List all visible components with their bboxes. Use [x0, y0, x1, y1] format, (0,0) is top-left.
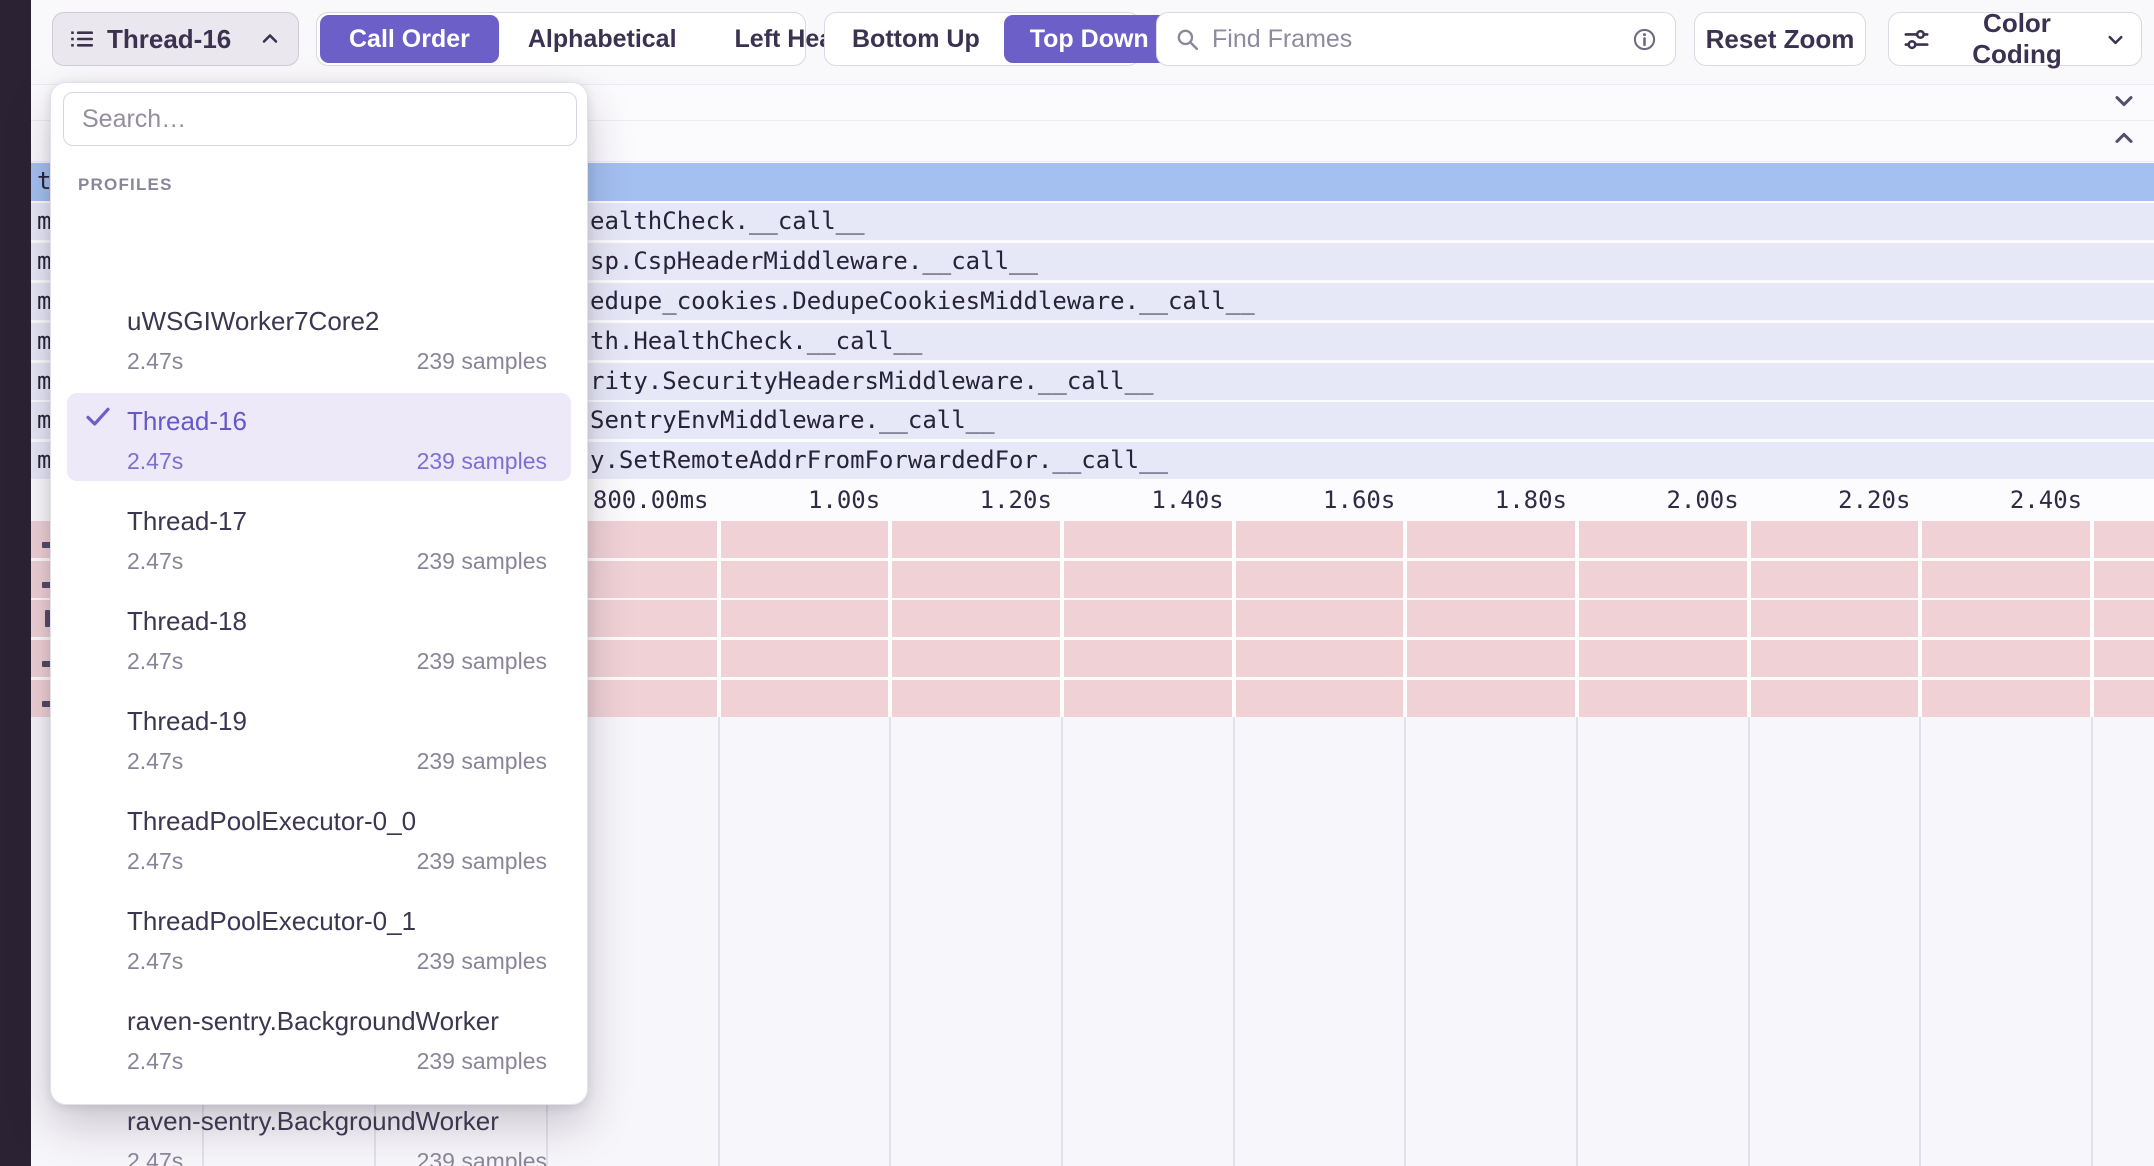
direction-tabs: Bottom Up Top Down [824, 12, 1140, 66]
profile-name: uWSGIWorker7Core2 [127, 306, 379, 337]
find-frames-input[interactable] [1212, 25, 1620, 54]
profile-name: Thread-17 [127, 506, 247, 537]
profile-list-item-7[interactable]: raven-sentry.BackgroundWorker 2.47s 239 … [51, 988, 587, 1088]
profile-samples: 239 samples [417, 348, 547, 375]
profile-name: Thread-16 [127, 406, 247, 437]
profile-duration: 2.47s [127, 448, 183, 475]
profile-samples: 239 samples [417, 948, 547, 975]
profiles-section-label: PROFILES [78, 175, 173, 195]
profile-list-item-3[interactable]: Thread-18 2.47s 239 samples [51, 588, 587, 688]
time-gridline [1061, 717, 1063, 1166]
thread-selector-label: Thread-16 [107, 24, 246, 55]
profile-list-item-4[interactable]: Thread-19 2.47s 239 samples [51, 688, 587, 788]
profile-name: ThreadPoolExecutor-0_0 [127, 806, 416, 837]
frame-label: th.HealthCheck.__call__ [590, 323, 922, 360]
app-sidebar-strip [0, 0, 31, 1166]
profile-name: Thread-18 [127, 606, 247, 637]
info-icon[interactable] [1632, 27, 1657, 52]
profile-samples: 239 samples [417, 648, 547, 675]
time-gridline [1748, 717, 1750, 1166]
frame-label: y.SetRemoteAddrFromForwardedFor.__call__ [590, 442, 1168, 479]
time-gridline [1233, 717, 1235, 1166]
frame-label: ealthCheck.__call__ [590, 203, 865, 240]
time-gridline [1403, 521, 1407, 717]
profile-samples: 239 samples [417, 1048, 547, 1075]
time-axis-tick-label: 2.20s [1760, 480, 1910, 521]
time-axis-tick-label: 1.40s [1074, 480, 1224, 521]
time-gridline [1576, 717, 1578, 1166]
time-gridline [1919, 717, 1921, 1166]
search-icon [1175, 27, 1200, 52]
profile-samples: 239 samples [417, 1148, 547, 1166]
tab-alphabetical[interactable]: Alphabetical [499, 15, 706, 63]
profile-duration: 2.47s [127, 948, 183, 975]
frame-label: edupe_cookies.DedupeCookiesMiddleware.__… [590, 283, 1255, 320]
chevron-up-icon [258, 27, 282, 51]
profile-name: Thread-19 [127, 706, 247, 737]
profile-duration: 2.47s [127, 1048, 183, 1075]
time-axis-tick-label: 2.40s [1932, 480, 2082, 521]
profile-name: ThreadPoolExecutor-0_1 [127, 906, 416, 937]
profile-duration: 2.47s [127, 748, 183, 775]
collapse-chevron-up-icon[interactable] [2110, 125, 2138, 158]
time-gridline [889, 717, 891, 1166]
profile-list-item-8[interactable]: raven-sentry.BackgroundWorker 2.47s 239 … [51, 1088, 587, 1166]
tab-call-order[interactable]: Call Order [320, 15, 499, 63]
tab-bottom-up[interactable]: Bottom Up [828, 15, 1004, 63]
sliders-icon [1903, 26, 1930, 53]
profile-samples: 239 samples [417, 848, 547, 875]
frame-label: sp.CspHeaderMiddleware.__call__ [590, 243, 1038, 280]
time-gridline [1918, 521, 1922, 717]
time-axis-tick-label: 1.60s [1245, 480, 1395, 521]
time-axis-tick-label: 2.00s [1589, 480, 1739, 521]
chevron-down-icon [2104, 28, 2127, 51]
profile-samples: 239 samples [417, 448, 547, 475]
profile-samples: 239 samples [417, 548, 547, 575]
time-gridline [2090, 521, 2094, 717]
time-gridline [2091, 717, 2093, 1166]
thread-selector-button[interactable]: Thread-16 [52, 12, 299, 66]
time-gridline [1404, 717, 1406, 1166]
thread-dropdown-panel: PROFILES uWSGIWorker7Core2 2.47s 239 sam… [50, 82, 588, 1105]
tab-top-down[interactable]: Top Down [1004, 15, 1175, 63]
time-gridline [1747, 521, 1751, 717]
frame-label: SentryEnvMiddleware.__call__ [590, 402, 995, 439]
profile-name: raven-sentry.BackgroundWorker [127, 1106, 499, 1137]
time-axis-tick-label: 1.20s [902, 480, 1052, 521]
profile-duration: 2.47s [127, 1148, 183, 1166]
dropdown-search-input[interactable] [63, 92, 577, 146]
find-frames-box [1156, 12, 1676, 66]
profile-list-item-6[interactable]: ThreadPoolExecutor-0_1 2.47s 239 samples [51, 888, 587, 988]
profile-duration: 2.47s [127, 348, 183, 375]
profile-samples: 239 samples [417, 748, 547, 775]
time-gridline [717, 521, 721, 717]
color-coding-button[interactable]: Color Coding [1888, 12, 2142, 66]
time-gridline [1575, 521, 1579, 717]
time-gridline [888, 521, 892, 717]
profile-list-item-0[interactable]: uWSGIWorker7Core2 2.47s 239 samples [51, 288, 587, 388]
time-gridline [718, 717, 720, 1166]
color-coding-label: Color Coding [1942, 8, 2092, 70]
profile-list-item-1[interactable]: Thread-16 2.47s 239 samples [51, 388, 587, 488]
profile-list-item-2[interactable]: Thread-17 2.47s 239 samples [51, 488, 587, 588]
profile-name: raven-sentry.BackgroundWorker [127, 1006, 499, 1037]
frame-label: rity.SecurityHeadersMiddleware.__call__ [590, 363, 1154, 400]
collapse-chevron-down-icon[interactable] [2110, 86, 2138, 119]
profile-duration: 2.47s [127, 848, 183, 875]
thread-list-icon [69, 26, 95, 52]
checkmark-icon [82, 400, 114, 437]
time-axis-tick-label: 1.80s [1417, 480, 1567, 521]
reset-zoom-button[interactable]: Reset Zoom [1694, 12, 1866, 66]
sort-order-tabs: Call Order Alphabetical Left Heavy [316, 12, 806, 66]
profile-duration: 2.47s [127, 548, 183, 575]
time-gridline [1060, 521, 1064, 717]
time-gridline [1232, 521, 1236, 717]
time-axis-tick-label: 1.00s [730, 480, 880, 521]
profile-list-item-5[interactable]: ThreadPoolExecutor-0_0 2.47s 239 samples [51, 788, 587, 888]
profile-duration: 2.47s [127, 648, 183, 675]
profile-list: uWSGIWorker7Core2 2.47s 239 samples Thre… [51, 288, 587, 1166]
